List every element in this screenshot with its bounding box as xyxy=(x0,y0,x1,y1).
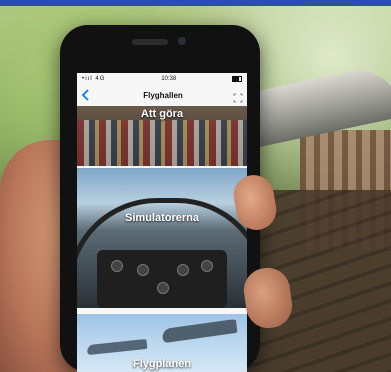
gauge-icon xyxy=(111,260,123,272)
card-image-crowd xyxy=(77,120,247,166)
phone-speaker xyxy=(132,39,168,45)
gauge-icon xyxy=(201,260,213,272)
card-flygplanen[interactable]: Flygplanen xyxy=(77,314,247,372)
card-att-gora[interactable]: Att göra xyxy=(77,106,247,166)
expand-icon[interactable] xyxy=(233,90,243,103)
card-image-airplane xyxy=(86,338,148,356)
status-time: 10:38 xyxy=(161,75,177,82)
card-label: Att göra xyxy=(140,108,184,120)
signal-indicator: •ııl 4G xyxy=(82,75,106,82)
gauge-icon xyxy=(137,264,149,276)
phone-camera xyxy=(178,37,186,45)
smartphone: •ııl 4G 10:38 Flyghallen Att göra Simula… xyxy=(60,25,260,372)
gauge-icon xyxy=(157,282,169,294)
phone-screen: •ııl 4G 10:38 Flyghallen Att göra Simula… xyxy=(77,73,247,372)
battery-icon xyxy=(232,75,242,82)
menu-cards: Att göra Simulatorerna Flygplanen xyxy=(77,106,247,372)
card-label: Simulatorerna xyxy=(125,212,199,224)
navigation-bar: Flyghallen xyxy=(77,84,247,107)
card-label: Flygplanen xyxy=(132,358,192,370)
nav-title: Flyghallen xyxy=(143,90,183,100)
status-bar: •ııl 4G 10:38 xyxy=(77,73,247,84)
gauge-icon xyxy=(177,264,189,276)
card-image-airplane xyxy=(161,318,238,344)
top-color-bar xyxy=(0,0,391,6)
cockpit-panel xyxy=(97,250,227,308)
card-simulatorerna[interactable]: Simulatorerna xyxy=(77,168,247,308)
chevron-left-icon[interactable] xyxy=(81,89,93,101)
